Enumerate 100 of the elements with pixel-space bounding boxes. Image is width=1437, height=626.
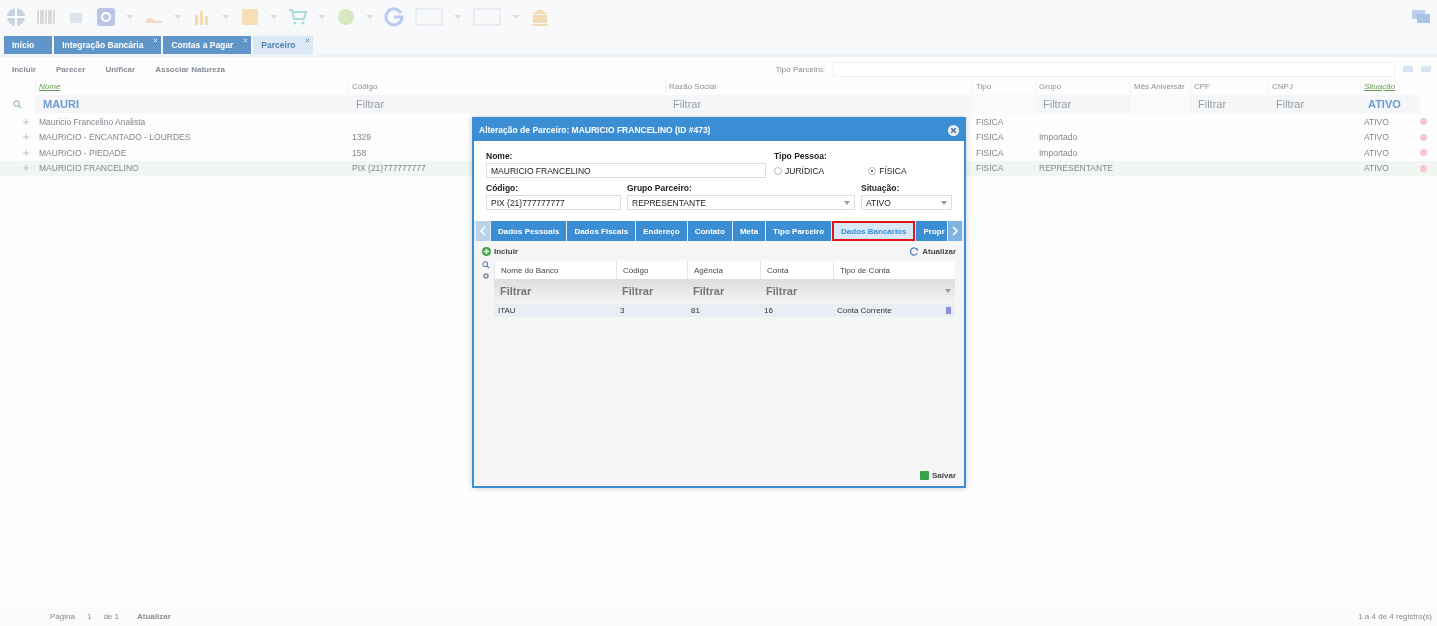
expand-icon[interactable] <box>23 118 29 125</box>
tab[interactable]: Integração Bancária <box>54 36 162 54</box>
table-cell: MAURICIO - PIEDADE <box>39 147 127 158</box>
gear-icon[interactable] <box>96 7 116 27</box>
column-header[interactable]: Situação <box>1360 79 1420 94</box>
tab[interactable]: Dados Bancários <box>832 221 916 241</box>
close-icon[interactable] <box>947 123 960 137</box>
table-cell: REPRESENTANTE <box>1039 163 1113 174</box>
expand-icon[interactable] <box>23 165 29 172</box>
table-cell: 3 <box>620 305 625 315</box>
refresh-icon[interactable] <box>910 247 920 256</box>
tab[interactable]: Contas a Pagar <box>163 36 252 54</box>
dialog-title: Alteração de Parceiro: MAURICIO FRANCELINO (ID #473) <box>479 125 711 135</box>
page-label: Página <box>50 611 75 621</box>
tab[interactable]: Dados Pessoais <box>491 221 567 241</box>
filter-field[interactable]: Filtrar <box>760 285 833 297</box>
table-cell: 16 <box>764 305 773 315</box>
filter-field[interactable]: Filtrar <box>687 285 760 297</box>
filter-field[interactable]: MAURI <box>35 95 348 113</box>
table-cell: ATIVO <box>1364 147 1389 158</box>
tab[interactable]: Tipo Parceiro <box>766 221 832 241</box>
filter-field[interactable]: Filtrar <box>1268 95 1360 113</box>
tab[interactable]: Endereço <box>636 221 687 241</box>
refresh-button[interactable]: Atualizar <box>130 611 177 621</box>
tab[interactable]: Meta <box>732 221 766 241</box>
search-icon[interactable] <box>482 261 490 269</box>
chevron-left-icon[interactable] <box>480 226 486 236</box>
table-cell: PIX (21)777777777 <box>352 163 426 174</box>
expand-icon[interactable] <box>23 134 29 141</box>
tab[interactable]: Contato <box>687 221 732 241</box>
close-icon[interactable] <box>305 38 311 43</box>
field-label: Código: <box>486 183 520 193</box>
radio-option[interactable]: JURÍDICA <box>774 165 825 176</box>
field-label: Grupo Parceiro: <box>627 183 693 193</box>
cart-icon[interactable] <box>288 7 308 27</box>
record-count: 1 a 4 de 4 registro(s) <box>1358 611 1432 621</box>
column-header[interactable]: Razão Social <box>665 79 972 94</box>
page-total: de 1 <box>103 611 119 621</box>
table-cell: Mauricio Francelino Analista <box>39 116 146 127</box>
caret-icon[interactable] <box>945 289 951 293</box>
scroll-right-button[interactable] <box>947 221 962 241</box>
trash-icon[interactable] <box>945 306 951 314</box>
table-cell: Importado <box>1039 147 1078 158</box>
column-header[interactable]: Código <box>348 79 665 94</box>
field-label: Tipo Pessoa: <box>774 151 828 161</box>
filter-field[interactable]: ATIVO <box>1360 95 1420 113</box>
field-label: Situação: <box>861 183 901 193</box>
caret-icon[interactable] <box>844 200 850 205</box>
table-cell: ITAU <box>498 305 516 315</box>
table-cell: FISICA <box>976 116 1004 127</box>
table-cell: 1329 <box>352 132 371 143</box>
tab[interactable]: Início <box>4 36 53 54</box>
barcode-icon[interactable] <box>36 7 56 27</box>
filter-field[interactable]: Filtrar <box>1190 95 1268 113</box>
column-header[interactable]: CNPJ <box>1268 79 1360 94</box>
save-button[interactable]: Salvar <box>917 469 958 482</box>
filter-field[interactable]: Filtrar <box>348 95 665 113</box>
action-button[interactable]: Associar Natureza <box>149 64 231 74</box>
expand-icon[interactable] <box>23 149 29 156</box>
filter-field[interactable]: Filtrar <box>616 285 687 297</box>
column-header[interactable]: CPF <box>1190 79 1268 94</box>
table-cell: Conta Corrente <box>837 305 892 315</box>
table-cell: Importado <box>1039 132 1078 143</box>
action-button[interactable]: Unificar <box>99 64 142 74</box>
tab[interactable]: Dados Fiscais <box>567 221 636 241</box>
action-button[interactable]: Incluir <box>6 64 42 74</box>
column-header[interactable]: Nome <box>35 79 348 94</box>
bank-icon[interactable] <box>530 7 550 27</box>
g-logo-icon[interactable] <box>384 7 404 27</box>
code-field[interactable]: PIX (21)777777777 <box>486 195 621 210</box>
filter-field[interactable]: Filtrar <box>665 95 972 113</box>
box-icon[interactable] <box>240 7 260 27</box>
table-cell: FISICA <box>976 132 1004 143</box>
table-cell: MAURICIO - ENCANTADO - LOURDES <box>39 132 191 143</box>
table-cell: MAURICIO FRANCELINO <box>39 163 139 174</box>
page-number[interactable]: 1 <box>86 611 92 621</box>
caret-icon[interactable] <box>941 200 947 205</box>
tab[interactable]: Parceiro <box>253 36 314 54</box>
add-button[interactable]: Incluir <box>480 245 520 258</box>
group-select[interactable]: REPRESENTANTE <box>627 195 855 210</box>
gear-icon[interactable] <box>482 272 490 280</box>
table-cell: 158 <box>352 147 367 158</box>
table-cell: ATIVO <box>1364 163 1389 174</box>
search-icon[interactable] <box>13 99 22 109</box>
refresh-button[interactable]: Atualizar <box>908 245 958 258</box>
filter-field[interactable]: Filtrar <box>1035 95 1130 113</box>
chevron-right-icon[interactable] <box>951 226 958 236</box>
globe-icon[interactable] <box>6 7 26 27</box>
table-cell: ATIVO <box>1364 132 1389 143</box>
action-button[interactable]: Parecer <box>50 64 92 74</box>
table-cell: 81 <box>691 305 700 315</box>
filter-field[interactable]: Filtrar <box>494 285 616 297</box>
name-field[interactable]: MAURICIO FRANCELINO <box>486 163 766 178</box>
radio-option[interactable]: FÍSICA <box>868 165 907 176</box>
table-cell: FISICA <box>976 147 1004 158</box>
tab[interactable]: Propr <box>916 221 947 241</box>
status-select[interactable]: ATIVO <box>861 195 952 210</box>
plus-icon[interactable] <box>482 247 491 256</box>
field-label: Tipo Parceiro: <box>775 64 825 74</box>
scroll-left-button[interactable] <box>476 221 490 241</box>
